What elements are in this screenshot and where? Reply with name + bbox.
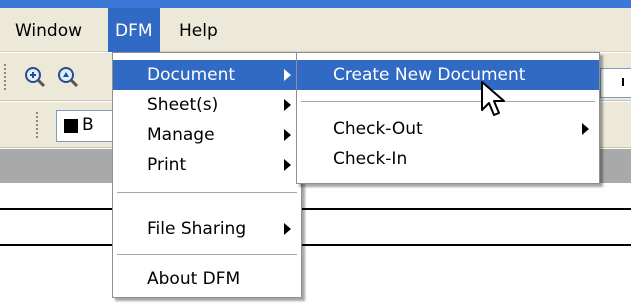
- zoom-icon[interactable]: [22, 64, 48, 90]
- menu-item-check-out[interactable]: Check-Out: [297, 114, 599, 144]
- menu-bar: [0, 8, 631, 52]
- menu-separator: [117, 192, 297, 193]
- toolbar-grip[interactable]: [36, 112, 42, 138]
- submenu-arrow-icon: [284, 99, 291, 111]
- toolbar-marker: [622, 78, 630, 86]
- menu-item-print[interactable]: Print: [113, 150, 301, 180]
- menu-item-label: Document: [147, 65, 236, 85]
- menu-item-sheets[interactable]: Sheet(s): [113, 90, 301, 120]
- menu-dfm[interactable]: DFM: [108, 8, 160, 52]
- submenu-arrow-icon: [284, 223, 291, 235]
- dfm-dropdown-menu: Document Sheet(s) Manage Print File Shar…: [112, 52, 302, 298]
- color-swatch: [64, 119, 78, 133]
- menu-item-label: Check-In: [333, 149, 408, 169]
- menu-window[interactable]: Window: [8, 8, 89, 52]
- menu-item-label: Print: [147, 155, 187, 175]
- toolbar-grip[interactable]: [4, 64, 10, 90]
- menu-item-file-sharing[interactable]: File Sharing: [113, 214, 301, 244]
- menu-separator: [117, 254, 297, 255]
- menu-item-about-dfm[interactable]: About DFM: [113, 264, 301, 294]
- menu-item-label: Manage: [147, 125, 215, 145]
- menu-item-label: File Sharing: [147, 219, 247, 239]
- menu-help[interactable]: Help: [172, 8, 225, 52]
- style-combo-value: B: [82, 115, 94, 135]
- menu-item-label: About DFM: [147, 269, 241, 289]
- menu-item-document[interactable]: Document: [113, 60, 301, 90]
- menu-item-manage[interactable]: Manage: [113, 120, 301, 150]
- document-submenu: Create New Document Check-Out Check-In: [296, 52, 600, 184]
- window-title-strip: [0, 0, 631, 8]
- menu-item-label: Sheet(s): [147, 95, 219, 115]
- menu-item-create-new-document[interactable]: Create New Document: [297, 60, 599, 90]
- mouse-cursor-icon: [480, 80, 510, 120]
- menu-separator: [301, 101, 595, 102]
- zoom-pan-icon[interactable]: [55, 64, 81, 90]
- menu-item-check-in[interactable]: Check-In: [297, 144, 599, 174]
- submenu-arrow-icon: [582, 123, 589, 135]
- submenu-arrow-icon: [284, 129, 291, 141]
- submenu-arrow-icon: [284, 159, 291, 171]
- ruler-line: [0, 244, 631, 246]
- submenu-arrow-icon: [284, 69, 291, 81]
- ruler-line: [0, 208, 631, 210]
- menu-item-label: Check-Out: [333, 119, 423, 139]
